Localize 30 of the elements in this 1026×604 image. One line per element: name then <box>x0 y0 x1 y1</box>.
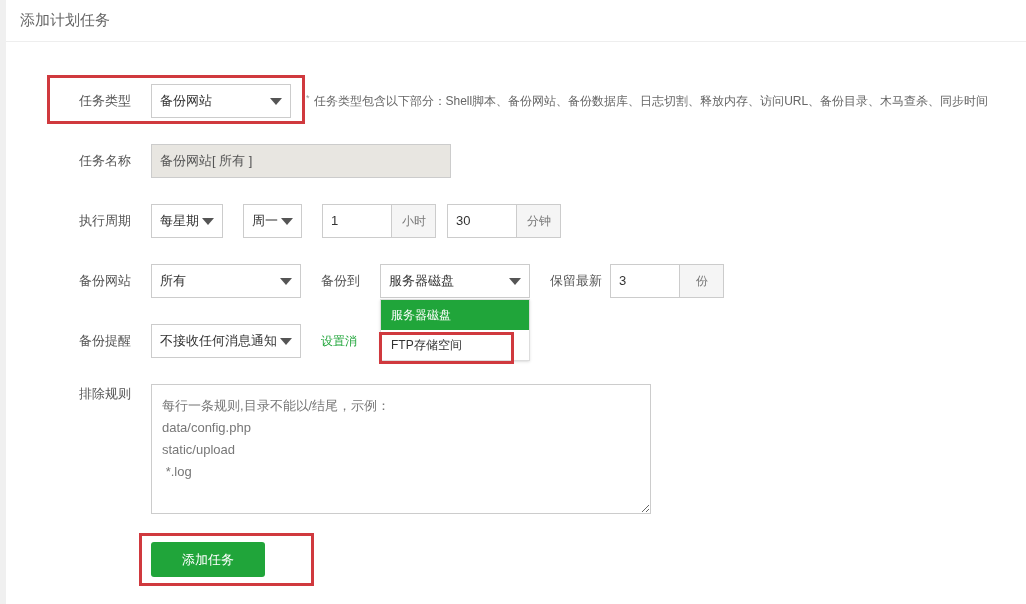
field-label: 备份到 <box>321 272 360 291</box>
number-input[interactable]: 1 <box>322 204 392 238</box>
period-select[interactable]: 每星期 <box>151 204 223 238</box>
caret-icon <box>281 217 293 225</box>
caret-icon <box>280 277 292 285</box>
target-select[interactable]: 服务器磁盘 <box>380 264 530 298</box>
notify-select[interactable]: 不接收任何消息通知 <box>151 324 301 358</box>
field-label: 备份提醒 <box>78 332 131 351</box>
caret-icon <box>509 277 521 285</box>
task-type-select[interactable]: 备份网站 <box>151 84 291 118</box>
number-input[interactable]: 3 <box>610 264 680 298</box>
field-label: 排除规则 <box>78 385 131 403</box>
field-label: 执行周期 <box>78 212 131 231</box>
site-select[interactable]: 所有 <box>151 264 301 298</box>
caret-icon <box>280 337 292 345</box>
caret-icon <box>270 97 282 105</box>
unit-label: 分钟 <box>517 204 561 238</box>
number-input[interactable]: 30 <box>447 204 517 238</box>
caret-icon <box>202 217 214 225</box>
field-label: 任务名称 <box>78 152 131 171</box>
hint-text: 任务类型包含以下部分：Shell脚本、备份网站、备份数据库、日志切割、释放内存、访问URL、备份目录、木马查杀、同步时间 <box>313 93 989 110</box>
exclude-rules-textarea[interactable]: 每行一条规则,目录不能以/结尾，示例： data/config.php static/upload *.log <box>151 384 651 514</box>
page-title: 添加计划任务 <box>20 10 110 31</box>
field-label: 备份网站 <box>78 272 131 291</box>
unit-label: 份 <box>680 264 724 298</box>
required-mark: * <box>306 92 310 105</box>
field-label: 任务类型 <box>78 92 131 111</box>
unit-label: 小时 <box>392 204 436 238</box>
field-label: 保留最新 <box>550 272 602 291</box>
weekday-select[interactable]: 周一 <box>243 204 302 238</box>
